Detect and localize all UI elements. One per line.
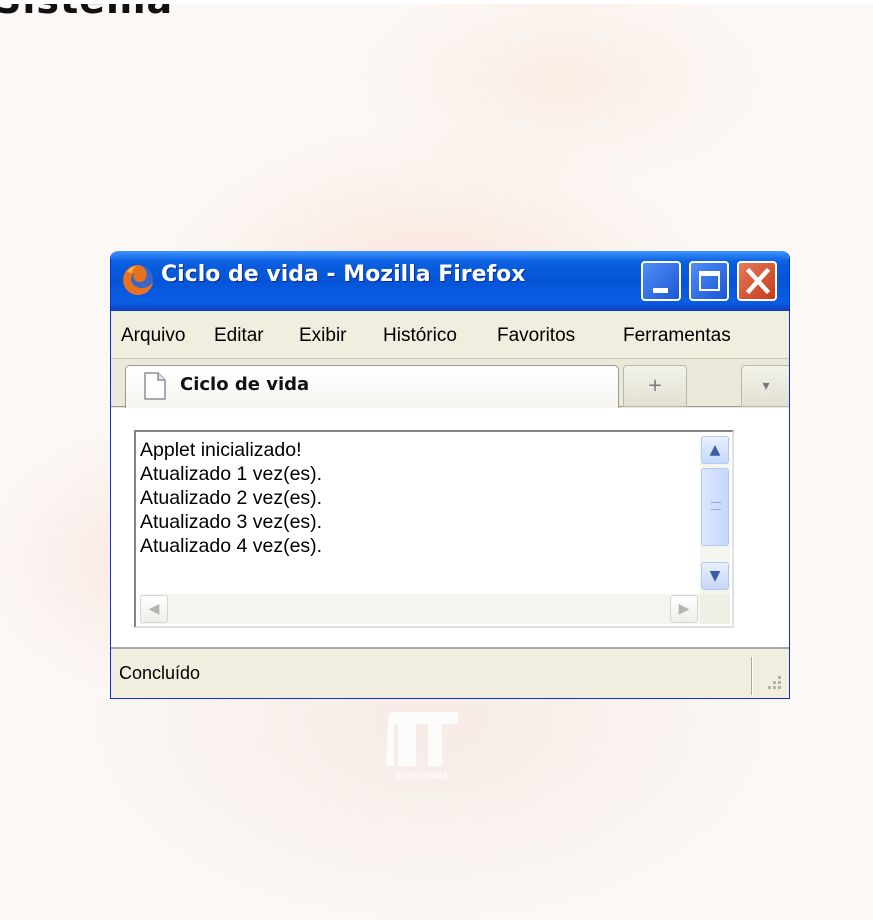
log-line: Atualizado 1 vez(es). [140,463,323,485]
applet-log[interactable]: Applet inicializado! Atualizado 1 vez(es… [136,432,702,592]
log-line: Atualizado 3 vez(es). [140,511,323,533]
firefox-window: Ciclo de vida - Mozilla Firefox Arquivo … [110,251,790,699]
menu-historico[interactable]: Histórico [383,325,457,347]
scroll-right-button[interactable]: ▶ [670,595,698,623]
menu-exibir[interactable]: Exibir [299,325,347,347]
scroll-up-button[interactable]: ▲ [701,436,729,464]
scrollbar-corner [700,594,730,624]
watermark-text: NOVATERRA [395,772,449,781]
tab-strip: Ciclo de vida + ▾ [111,359,789,408]
horizontal-scrollbar[interactable]: ◀ ▶ [140,594,700,624]
tab-label: Ciclo de vida [180,374,310,395]
log-line: Atualizado 4 vez(es). [140,535,323,557]
list-all-tabs-button[interactable]: ▾ [741,365,789,407]
close-icon [745,267,771,295]
title-bar[interactable]: Ciclo de vida - Mozilla Firefox [111,251,789,311]
status-divider [751,657,753,695]
tab-ciclo-de-vida[interactable]: Ciclo de vida [125,365,619,408]
novaterra-logo-watermark: NOVATERRA [372,710,472,790]
logo-mark-icon [386,712,458,766]
new-tab-button[interactable]: + [623,365,687,407]
menu-editar[interactable]: Editar [214,325,264,347]
scroll-left-button[interactable]: ◀ [140,595,168,623]
menu-favoritos[interactable]: Favoritos [497,325,575,347]
top-rule [0,0,873,4]
minimize-icon [653,288,668,293]
status-text: Concluído [119,663,201,683]
menu-arquivo[interactable]: Arquivo [121,325,185,347]
maximize-icon [699,271,720,291]
applet-text-area[interactable]: Applet inicializado! Atualizado 1 vez(es… [134,430,734,628]
minimize-button[interactable] [641,261,681,301]
page-content: Applet inicializado! Atualizado 1 vez(es… [111,408,789,649]
vertical-scroll-thumb[interactable] [701,468,729,546]
maximize-button[interactable] [689,261,729,301]
log-line: Applet inicializado! [140,439,302,461]
window-title: Ciclo de vida - Mozilla Firefox [161,262,526,287]
firefox-icon [123,265,153,295]
resize-grip-icon[interactable] [763,673,783,693]
status-bar: Concluído [111,649,789,698]
grip-icon [711,502,721,510]
scroll-down-button[interactable]: ▼ [701,562,729,590]
page-icon [144,372,166,400]
log-line: Atualizado 2 vez(es). [140,487,323,509]
menu-bar: Arquivo Editar Exibir Histórico Favorito… [111,311,789,359]
vertical-scrollbar[interactable]: ▲ ▼ [700,436,730,594]
menu-ferramentas[interactable]: Ferramentas [623,325,731,347]
close-button[interactable] [737,261,777,301]
